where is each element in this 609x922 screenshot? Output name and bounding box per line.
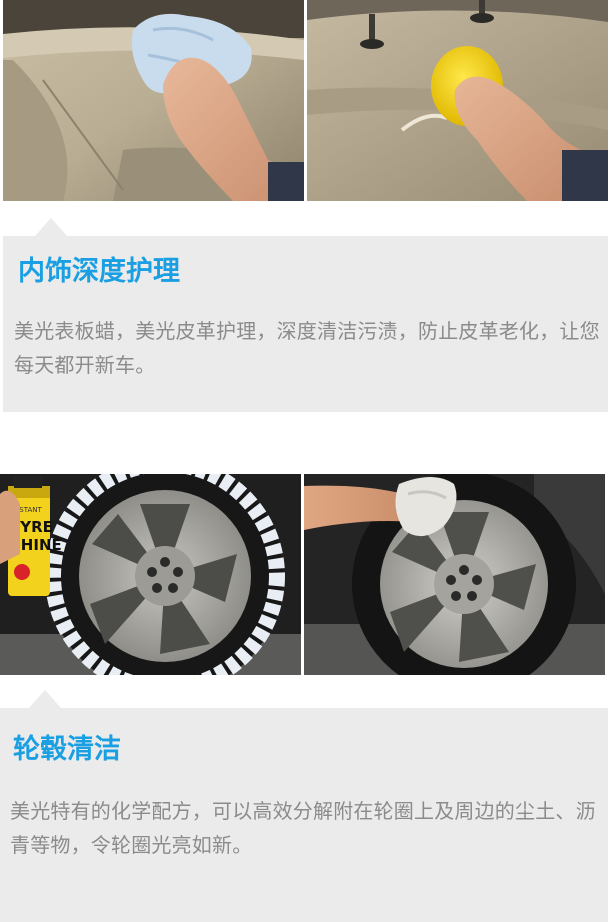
photo-wheel-wiping	[304, 474, 605, 675]
panel-pointer	[29, 690, 61, 708]
photo-wheel-foam-spray: INSTANT TYRE SHINE	[0, 474, 301, 675]
section-description: 美光特有的化学配方，可以高效分解附在轮圈上及周边的尘土、沥青等物，令轮圈光亮如新…	[10, 799, 596, 857]
section-title: 内饰深度护理	[18, 256, 180, 287]
wheel-cleaning-panel: 轮毂清洁 美光特有的化学配方，可以高效分解附在轮圈上及周边的尘土、沥青等物，令轮…	[0, 690, 608, 922]
section-title: 轮毂清洁	[13, 734, 121, 765]
interior-care-panel: 内饰深度护理 美光表板蜡，美光皮革护理，深度清洁污渍，防止皮革老化，让您每天都开…	[3, 218, 608, 412]
page: 内饰深度护理 美光表板蜡，美光皮革护理，深度清洁污渍，防止皮革老化，让您每天都开…	[0, 0, 609, 922]
photo-seat-wiping-cloth	[3, 0, 304, 201]
photo-seat-applicator-pad	[307, 0, 608, 201]
panel-pointer	[35, 218, 67, 236]
section-description: 美光表板蜡，美光皮革护理，深度清洁污渍，防止皮革老化，让您每天都开新车。	[14, 319, 600, 377]
